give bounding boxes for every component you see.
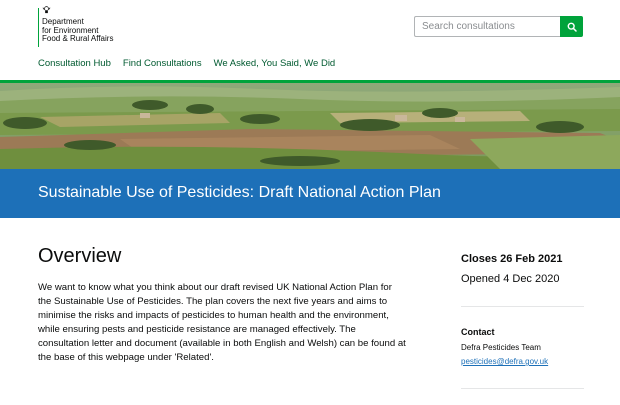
logo-rule — [38, 8, 39, 47]
contact-email-link[interactable]: pesticides@defra.gov.uk — [461, 357, 548, 366]
nav-consultation-hub[interactable]: Consultation Hub — [38, 58, 111, 69]
search-form — [414, 16, 583, 37]
contact-team: Defra Pesticides Team — [461, 343, 541, 352]
sidebar-divider — [461, 388, 584, 389]
overview-heading: Overview — [38, 245, 122, 267]
organisation-name: Department for Environment Food & Rural … — [42, 17, 114, 44]
search-button[interactable] — [560, 16, 583, 37]
title-banner: Sustainable Use of Pesticides: Draft Nat… — [0, 169, 620, 218]
contact-heading: Contact — [461, 327, 495, 337]
closing-date: Closes 26 Feb 2021 — [461, 253, 563, 265]
sidebar-divider — [461, 306, 584, 307]
nav-we-asked-you-said[interactable]: We Asked, You Said, We Did — [214, 58, 336, 69]
org-line-3: Food & Rural Affairs — [42, 34, 114, 43]
page-title: Sustainable Use of Pesticides: Draft Nat… — [38, 184, 441, 201]
search-input[interactable] — [414, 16, 560, 37]
defra-logo[interactable]: Department for Environment Food & Rural … — [38, 5, 113, 47]
overview-text: We want to know what you think about our… — [38, 282, 406, 363]
royal-crest-icon — [42, 6, 51, 14]
hero-landscape-image — [0, 83, 620, 169]
nav-find-consultations[interactable]: Find Consultations — [123, 58, 202, 69]
main-navigation: Consultation Hub Find Consultations We A… — [38, 58, 347, 69]
opening-date: Opened 4 Dec 2020 — [461, 273, 560, 285]
search-icon — [567, 22, 577, 32]
